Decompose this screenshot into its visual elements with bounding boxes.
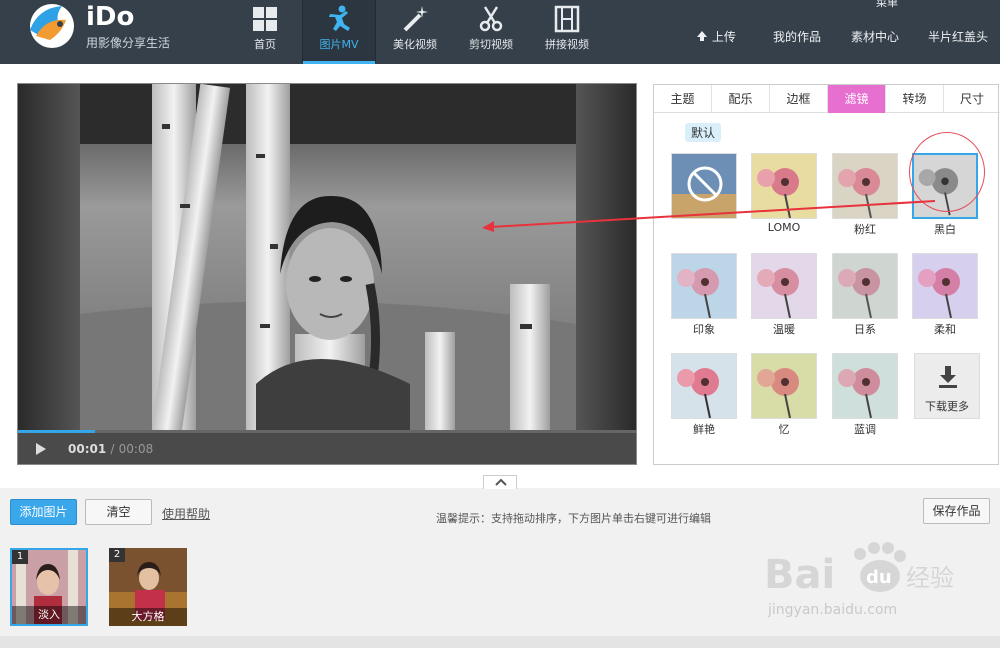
- filter-impression[interactable]: 印象: [671, 253, 737, 337]
- current-time: 00:01: [68, 442, 107, 456]
- watermark-url: jingyan.baidu.com: [768, 602, 898, 618]
- download-more-label: 下载更多: [925, 400, 969, 413]
- svg-text:du: du: [866, 567, 892, 588]
- dancer-icon: [329, 5, 350, 31]
- scissors-icon: [479, 6, 503, 32]
- preview-image: [80, 84, 576, 432]
- nav-label: 剪切视频: [469, 38, 513, 51]
- filter-label: 柔和: [934, 323, 956, 336]
- clear-button[interactable]: 清空: [85, 499, 152, 525]
- filter-thumb: [751, 253, 817, 319]
- flower-thumbnail: [833, 354, 897, 418]
- player-right-margin: [576, 84, 636, 432]
- help-link[interactable]: 使用帮助: [162, 505, 210, 522]
- brand-slogan: 用影像分享生活: [86, 36, 171, 50]
- grid-icon: [253, 7, 277, 31]
- nav-label: 美化视频: [393, 38, 437, 51]
- filter-thumb: [832, 353, 898, 419]
- filter-label: 日系: [854, 323, 876, 336]
- filter-warm[interactable]: 温暖: [751, 253, 817, 337]
- filter-thumb: [671, 253, 737, 319]
- top-header: iDo 用影像分享生活 首页 图片MV 美化视频 剪切视频 拼接视频 菜单 上传…: [0, 0, 1000, 64]
- upload-arrow-icon: [697, 31, 707, 41]
- playback-time: 00:01 / 00:08: [68, 442, 153, 456]
- baidu-watermark: Bai du 经验 jingyan.baidu.com: [764, 540, 964, 630]
- user-name-link[interactable]: 半片红盖头: [928, 28, 988, 45]
- baidu-paw-logo: Bai du 经验: [764, 542, 954, 598]
- tip-text: 温馨提示：支持拖动排序，下方图片单击右键可进行编辑: [436, 512, 711, 525]
- tab-border[interactable]: 边框: [770, 85, 828, 113]
- flower-thumbnail: [672, 254, 736, 318]
- tab-transition[interactable]: 转场: [886, 85, 944, 113]
- filter-thumb: [832, 253, 898, 319]
- filter-label: 鲜艳: [693, 423, 715, 436]
- item-number: 1: [12, 550, 28, 564]
- filter-thumb: [912, 253, 978, 319]
- chevron-up-icon: [495, 478, 507, 486]
- upload-label: 上传: [711, 30, 736, 44]
- tab-theme[interactable]: 主题: [654, 85, 712, 113]
- ido-logo-icon[interactable]: [16, 0, 80, 52]
- annotation-arrow: [482, 200, 936, 232]
- flower-thumbnail: [752, 354, 816, 418]
- filter-label: 忆: [778, 423, 790, 436]
- materials-link[interactable]: 素材中心: [851, 28, 899, 45]
- item-transition: 淡入: [12, 606, 86, 624]
- upload-link[interactable]: 上传: [696, 28, 736, 45]
- brand-name: iDo: [86, 2, 135, 32]
- filter-memory[interactable]: 忆: [751, 353, 817, 437]
- collapse-toggle[interactable]: [483, 475, 517, 489]
- nav-join-video[interactable]: 拼接视频: [530, 0, 604, 62]
- filter-thumb: [671, 353, 737, 419]
- filter-label: 温暖: [773, 323, 795, 336]
- tab-music[interactable]: 配乐: [712, 85, 770, 113]
- filter-soft[interactable]: 柔和: [912, 253, 978, 337]
- svg-text:经验: 经验: [906, 564, 954, 592]
- save-work-button[interactable]: 保存作品: [923, 498, 990, 524]
- nav-beautify-video[interactable]: 美化视频: [378, 0, 452, 62]
- nav-photo-mv[interactable]: 图片MV: [302, 0, 376, 64]
- user-menu-label[interactable]: 菜单: [876, 0, 898, 10]
- filter-thumb: [751, 353, 817, 419]
- flower-thumbnail: [833, 254, 897, 318]
- item-number: 2: [109, 548, 125, 562]
- filter-blue[interactable]: 蓝调: [832, 353, 898, 437]
- nav-label: 首页: [254, 38, 276, 51]
- download-more-button[interactable]: 下载更多: [914, 353, 980, 419]
- my-works-link[interactable]: 我的作品: [773, 28, 821, 45]
- nav-home[interactable]: 首页: [228, 0, 302, 62]
- item-transition: 大方格: [109, 608, 187, 626]
- timeline-item[interactable]: 1 淡入: [10, 548, 88, 626]
- add-picture-button[interactable]: 添加图片: [10, 499, 77, 525]
- tab-filter[interactable]: 滤镜: [828, 85, 886, 113]
- nav-label: 拼接视频: [545, 38, 589, 51]
- flower-thumbnail: [672, 354, 736, 418]
- flower-thumbnail: [752, 254, 816, 318]
- nav-cut-video[interactable]: 剪切视频: [454, 0, 528, 62]
- nav-label: 图片MV: [319, 38, 359, 51]
- bw-preview-photo: [80, 84, 576, 432]
- filter-label: 蓝调: [854, 423, 876, 436]
- magic-wand-icon: [403, 6, 428, 32]
- filter-category-default[interactable]: 默认: [685, 123, 722, 142]
- play-icon[interactable]: [36, 443, 46, 455]
- effects-tabs: 主题 配乐 边框 滤镜 转场 尺寸: [654, 85, 1000, 113]
- filter-label: 印象: [693, 323, 715, 336]
- tab-size[interactable]: 尺寸: [944, 85, 1000, 113]
- filter-japanese[interactable]: 日系: [832, 253, 898, 337]
- effects-panel: 主题 配乐 边框 滤镜 转场 尺寸 默认 LOMO 粉红 黑白 印象 温暖 日系…: [653, 84, 1000, 465]
- film-icon: [554, 5, 580, 33]
- video-player[interactable]: 00:01 / 00:08: [17, 83, 637, 465]
- timeline-item[interactable]: 2 大方格: [109, 548, 187, 626]
- time-separator: /: [110, 442, 115, 456]
- editor-area: 00:01 / 00:08 主题 配乐 边框 滤镜 转场 尺寸 默认 LOMO …: [0, 64, 1000, 488]
- svg-text:Bai: Bai: [764, 552, 835, 598]
- flower-thumbnail: [913, 254, 977, 318]
- player-controls: 00:01 / 00:08: [18, 433, 636, 464]
- download-icon: [939, 366, 957, 388]
- total-time: 00:08: [118, 442, 154, 456]
- player-left-margin: [18, 84, 80, 432]
- bottom-border: [0, 636, 1000, 648]
- filter-vivid[interactable]: 鲜艳: [671, 353, 737, 437]
